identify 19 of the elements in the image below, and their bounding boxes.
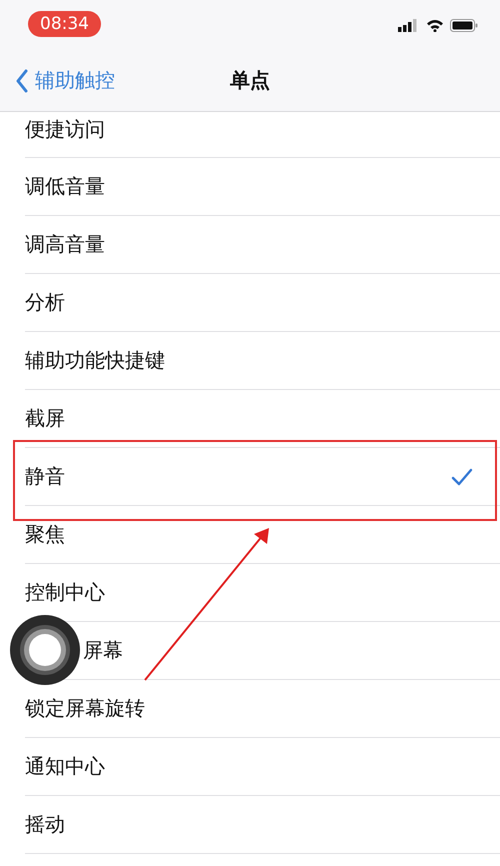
action-option[interactable]: 截屏: [25, 405, 65, 432]
action-option[interactable]: 锁定屏幕旋转: [25, 695, 145, 722]
action-option[interactable]: 屏幕: [83, 637, 123, 664]
action-option[interactable]: 摇动: [25, 811, 65, 838]
action-option[interactable]: 调低音量: [25, 173, 105, 200]
action-option[interactable]: 分析: [25, 289, 65, 316]
action-option[interactable]: 通知中心: [25, 753, 105, 780]
action-option[interactable]: 聚焦: [25, 521, 65, 548]
action-option[interactable]: 静音: [25, 463, 65, 490]
action-option[interactable]: 控制中心: [25, 579, 105, 606]
battery-icon: [450, 18, 478, 32]
action-option[interactable]: 便捷访问: [25, 116, 105, 143]
chevron-icon: [15, 68, 29, 92]
back-button[interactable]: 辅助触控: [0, 67, 115, 94]
page-title: 单点: [230, 67, 270, 94]
status-time: 08:34: [28, 11, 101, 37]
wifi-icon: [426, 18, 444, 32]
action-option[interactable]: 调高音量: [25, 231, 105, 258]
action-option[interactable]: 辅助功能快捷键: [25, 347, 165, 374]
